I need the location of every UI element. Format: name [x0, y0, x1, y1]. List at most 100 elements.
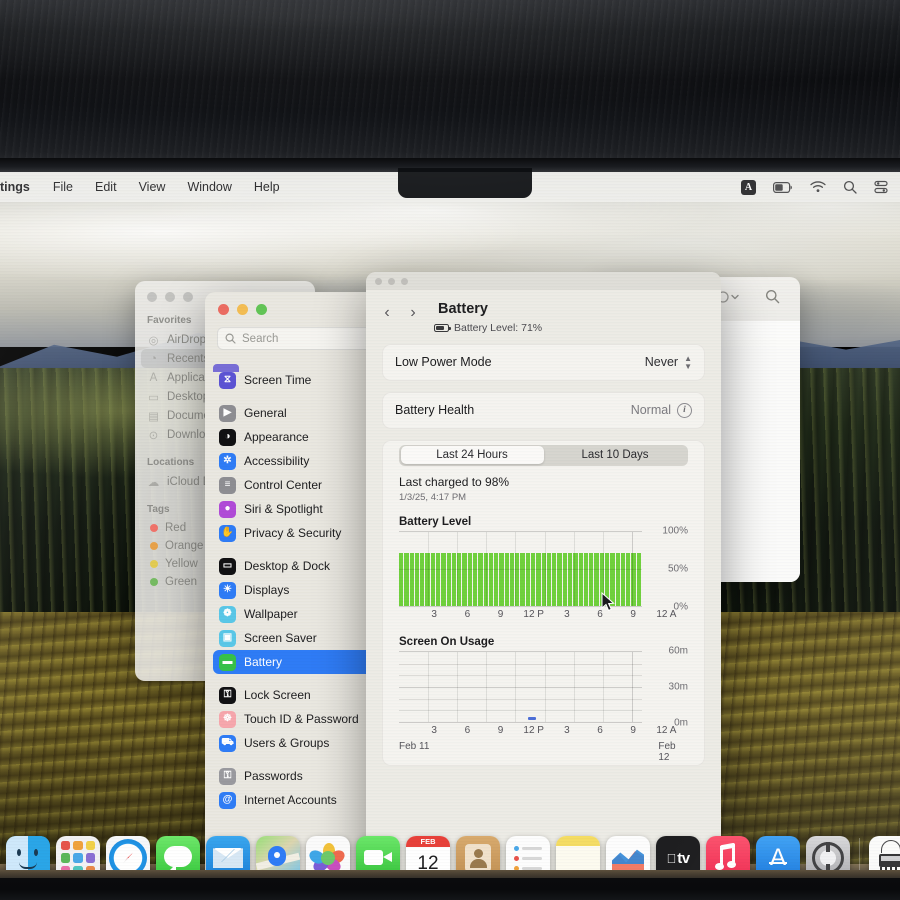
info-icon[interactable]: i: [677, 402, 692, 418]
list-item-label: AirDrop: [167, 333, 206, 346]
dock-item-device-app[interactable]: [869, 836, 900, 870]
menu-item-file[interactable]: File: [42, 172, 84, 202]
tag-dot-yellow-icon: [150, 560, 158, 568]
zoom-button[interactable]: [401, 277, 408, 285]
low-power-mode-card: Low Power Mode Never ▲ ▼: [382, 343, 705, 381]
battery-level-status: Battery Level: 71%: [434, 322, 542, 334]
battery-icon: [434, 323, 451, 332]
tab-last-10-days[interactable]: Last 10 Days: [544, 446, 687, 464]
key-icon: ⚿: [219, 767, 236, 785]
menu-item-edit[interactable]: Edit: [84, 172, 128, 202]
siri-icon: ●: [219, 500, 236, 518]
gridline-vertical: [602, 531, 604, 606]
menu-app-name[interactable]: tings: [0, 172, 42, 202]
gridline-vertical: [457, 531, 459, 606]
zoom-button[interactable]: [256, 304, 267, 315]
minimize-button[interactable]: [237, 304, 248, 315]
dock-item-contacts[interactable]: [456, 836, 500, 870]
low-power-mode-row[interactable]: Low Power Mode Never ▲ ▼: [383, 345, 704, 380]
x-axis-tick-label: 6: [464, 608, 471, 620]
text-input-source-icon[interactable]: A: [741, 179, 756, 195]
dock-item-calendar[interactable]: FEB 12: [406, 836, 450, 870]
battery-icon[interactable]: [773, 181, 793, 193]
search-icon: [225, 333, 236, 344]
spotlight-search-icon[interactable]: [843, 180, 857, 194]
bar: [615, 553, 620, 606]
menu-item-view[interactable]: View: [128, 172, 177, 202]
minimize-button[interactable]: [165, 292, 175, 302]
bar: [504, 552, 509, 606]
bar: [430, 553, 435, 606]
bar: [409, 552, 414, 606]
control-center-icon[interactable]: [874, 180, 888, 194]
dock-item-photos[interactable]: [306, 836, 350, 870]
bar: [478, 553, 483, 606]
dock-item-finder[interactable]: [6, 836, 50, 870]
battery-settings-window[interactable]: ‹ › Battery Battery Level: 71% Low Power…: [366, 272, 721, 870]
tag-dot-orange-icon: [150, 542, 158, 550]
bar: [462, 552, 467, 606]
cloud-icon: ☁: [147, 476, 160, 489]
displays-icon: ☀: [219, 581, 236, 599]
dock-item-facetime[interactable]: [356, 836, 400, 870]
time-range-segmented-control[interactable]: Last 24 Hours Last 10 Days: [399, 444, 688, 466]
users-icon: ⛟: [219, 734, 236, 752]
gridline-vertical: [544, 531, 546, 606]
dock-item-maps[interactable]: [256, 836, 300, 870]
sidebar-item-label: Desktop & Dock: [244, 559, 331, 573]
dock-item-apple-tv[interactable]: tv: [656, 836, 700, 870]
appearance-icon: ◑: [219, 428, 236, 446]
menu-item-window[interactable]: Window: [176, 172, 242, 202]
bar: [404, 552, 409, 606]
gridline-vertical: [515, 651, 517, 722]
back-button[interactable]: ‹: [376, 302, 398, 324]
sidebar-item-label: Touch ID & Password: [244, 712, 359, 726]
minimize-button[interactable]: [388, 277, 395, 285]
bar: [499, 552, 504, 606]
menu-item-help[interactable]: Help: [243, 172, 291, 202]
dock-item-system-settings[interactable]: [806, 836, 850, 870]
x-axis-tick-label: 9: [497, 608, 504, 620]
bar: [525, 553, 531, 606]
gridline-vertical: [515, 531, 517, 606]
dock-item-notes[interactable]: [556, 836, 600, 870]
dock-item-messages[interactable]: [156, 836, 200, 870]
close-button[interactable]: [375, 277, 382, 285]
tab-last-24-hours[interactable]: Last 24 Hours: [400, 446, 544, 465]
bar: [520, 553, 525, 606]
forward-button[interactable]: ›: [402, 302, 424, 324]
zoom-button[interactable]: [183, 292, 193, 302]
fingerprint-icon: ☸: [219, 710, 236, 728]
gridline-vertical: [486, 651, 488, 722]
bar: [435, 553, 441, 606]
dock-item-launchpad[interactable]: [56, 836, 100, 870]
x-axis-tick-label: 12 A: [656, 608, 677, 620]
low-power-mode-value[interactable]: Never ▲ ▼: [645, 354, 692, 370]
laptop-screen: tings File Edit View Window Help A Favor…: [0, 172, 900, 870]
gridline: [399, 698, 642, 700]
x-axis-tick-label: 12 A: [656, 724, 677, 736]
bar: [568, 553, 573, 606]
chevron-up-down-icon[interactable]: ▲ ▼: [684, 354, 692, 370]
wifi-icon[interactable]: [810, 181, 826, 193]
dock-item-safari[interactable]: [106, 836, 150, 870]
dock-item-music[interactable]: [706, 836, 750, 870]
close-button[interactable]: [218, 304, 229, 315]
gridline-vertical: [631, 531, 633, 606]
dock-item-stocks[interactable]: [606, 836, 650, 870]
battery-level-chart-title: Battery Level: [399, 515, 472, 528]
sidebar-item-label: Internet Accounts: [244, 793, 337, 807]
bar: [583, 552, 589, 606]
dock-item-app-store[interactable]: A: [756, 836, 800, 870]
close-button[interactable]: [147, 292, 157, 302]
finder-search-icon[interactable]: [765, 289, 780, 309]
document-icon: ▤: [148, 410, 159, 423]
dock-item-mail[interactable]: [206, 836, 250, 870]
last-charged-label: Last charged to 98%: [399, 474, 510, 489]
battery-health-row[interactable]: Battery Health Normal i: [383, 393, 704, 428]
dock-item-reminders[interactable]: [506, 836, 550, 870]
gridline: [399, 675, 642, 677]
battery-window-titlebar: [366, 272, 721, 290]
battery-panel-header: ‹ › Battery Battery Level: 71%: [366, 290, 721, 344]
screen-saver-icon: ▣: [219, 629, 236, 647]
